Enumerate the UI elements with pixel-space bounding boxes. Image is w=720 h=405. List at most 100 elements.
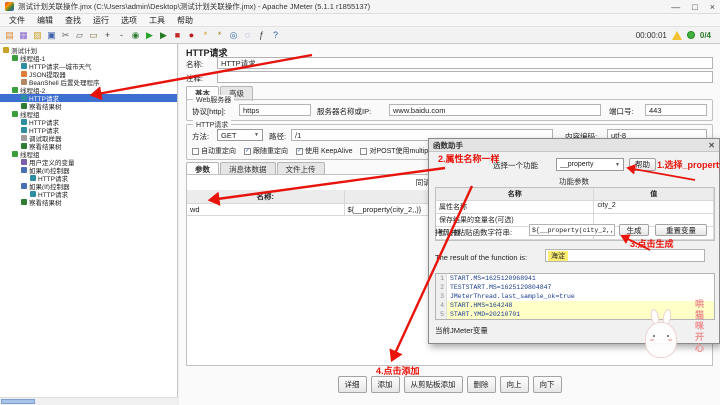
- tree-item-6[interactable]: HTTP请求: [0, 94, 177, 102]
- search-reset-icon[interactable]: ◌: [241, 29, 254, 42]
- scrollbar-thumb[interactable]: [1, 399, 35, 404]
- save-icon[interactable]: ▣: [45, 29, 58, 42]
- tree-item-label: 察看结果树: [29, 200, 62, 206]
- tree-item-15[interactable]: 如果(If)控制器: [0, 166, 177, 174]
- add-from-clipboard-button[interactable]: 从剪贴板添加: [403, 376, 463, 393]
- help-button[interactable]: 帮助: [629, 158, 656, 171]
- jmeter-window: 测试计划关联操作.jmx (C:\Users\admin\Desktop\测试计…: [0, 0, 720, 405]
- detail-button[interactable]: 详细: [337, 376, 367, 393]
- function-helper-icon[interactable]: ƒ: [255, 29, 268, 42]
- tree-item-13[interactable]: 线程组: [0, 150, 177, 158]
- open-file-icon[interactable]: ▧: [31, 29, 44, 42]
- cut-icon[interactable]: ✂: [59, 29, 72, 42]
- checkbox-label: 跟随重定向: [253, 148, 288, 155]
- tree-item-16[interactable]: HTTP请求: [0, 174, 177, 182]
- menu-查找[interactable]: 查找: [59, 15, 87, 26]
- search-icon[interactable]: ◎: [227, 29, 240, 42]
- protocol-input[interactable]: https: [239, 104, 311, 116]
- tree-item-label: 线程组-2: [20, 88, 46, 94]
- clear-all-icon[interactable]: *: [213, 29, 226, 42]
- menu-文件[interactable]: 文件: [3, 15, 31, 26]
- name-input[interactable]: HTTP请求: [217, 57, 713, 69]
- tree-item-19[interactable]: 察看结果树: [0, 198, 177, 206]
- tree-item-12[interactable]: 察看结果树: [0, 142, 177, 150]
- chevron-down-icon: ▼: [615, 161, 620, 168]
- menu-运行[interactable]: 运行: [87, 15, 115, 26]
- tree-item-8[interactable]: 线程组: [0, 110, 177, 118]
- function-select[interactable]: __property ▼: [556, 158, 624, 171]
- help-icon[interactable]: ?: [269, 29, 282, 42]
- checkbox-box-icon: ✓: [296, 147, 303, 155]
- comment-input[interactable]: [217, 71, 713, 83]
- clear-icon[interactable]: *: [199, 29, 212, 42]
- new-file-icon[interactable]: ▤: [3, 29, 16, 42]
- if-icon: [21, 183, 27, 189]
- tree-item-5[interactable]: 线程组-2: [0, 86, 177, 94]
- tree-item-7[interactable]: 察看结果树: [0, 102, 177, 110]
- results-icon: [21, 103, 27, 109]
- tree-item-14[interactable]: 用户定义的变量: [0, 158, 177, 166]
- checkbox-使用 KeepAlive[interactable]: ✓ 使用 KeepAlive: [296, 146, 352, 156]
- server-input[interactable]: www.baidu.com: [389, 104, 601, 116]
- minimize-button[interactable]: —: [671, 2, 680, 12]
- copy-icon[interactable]: ▱: [73, 29, 86, 42]
- tree-item-18[interactable]: HTTP请求: [0, 190, 177, 198]
- tree-item-3[interactable]: JSON提取器: [0, 70, 177, 78]
- dialog-close-icon[interactable]: ✕: [708, 141, 715, 150]
- tree-panel: 测试计划 线程组-1 HTTP请求—城市天气 JSON提取器 BeanShell 后置处…: [0, 44, 178, 405]
- tree-item-2[interactable]: HTTP请求—城市天气: [0, 62, 177, 70]
- tree-item-0[interactable]: 测试计划: [0, 46, 177, 54]
- http-icon: [21, 127, 27, 133]
- port-input[interactable]: 443: [645, 104, 707, 116]
- reset-variables-button[interactable]: 重置变量: [655, 224, 707, 236]
- variable-line: 1 START.MS=1625120968941: [436, 274, 714, 283]
- if-icon: [21, 167, 27, 173]
- menu-工具[interactable]: 工具: [143, 15, 171, 26]
- collapse-all-icon[interactable]: -: [115, 29, 128, 42]
- current-variables-label: 当前JMeter变量: [435, 326, 488, 335]
- generate-button[interactable]: 生成: [619, 224, 649, 236]
- copy-string-value[interactable]: ${__property(city_2,,)}: [529, 224, 615, 236]
- checkbox-自动重定向[interactable]: 自动重定向: [192, 146, 236, 156]
- shutdown-icon[interactable]: ●: [185, 29, 198, 42]
- dialog-param-row: 属性名称 city_2: [436, 201, 714, 214]
- checkbox-跟随重定向[interactable]: ✓ 跟随重定向: [244, 146, 288, 156]
- maximize-button[interactable]: □: [692, 2, 697, 12]
- tree-item-1[interactable]: 线程组-1: [0, 54, 177, 62]
- log-warning-icon[interactable]: [671, 30, 682, 40]
- tree-item-9[interactable]: HTTP请求: [0, 118, 177, 126]
- up-button[interactable]: 向上: [499, 376, 529, 393]
- checkbox-box-icon: [192, 147, 199, 155]
- menu-帮助[interactable]: 帮助: [171, 15, 199, 26]
- tree-item-4[interactable]: BeanShell 后置处理程序: [0, 78, 177, 86]
- dialog-title-bar[interactable]: 函数助手 ✕: [429, 139, 719, 152]
- tree-item-label: HTTP请求: [29, 128, 59, 134]
- start-no-pauses-icon[interactable]: ▶: [157, 29, 170, 42]
- down-button[interactable]: 向下: [532, 376, 562, 393]
- tree-item-10[interactable]: HTTP请求: [0, 126, 177, 134]
- dialog-param-value[interactable]: city_2: [594, 201, 714, 214]
- params-column-header: 名称:: [187, 190, 345, 204]
- tree-item-17[interactable]: 如果(If)控制器: [0, 182, 177, 190]
- menu-编辑[interactable]: 编辑: [31, 15, 59, 26]
- port-label: 端口号:: [609, 107, 634, 116]
- add-button[interactable]: 添加: [370, 376, 400, 393]
- line-number: 1: [436, 274, 447, 283]
- paste-icon[interactable]: ▭: [87, 29, 100, 42]
- start-icon[interactable]: ▶: [143, 29, 156, 42]
- templates-icon[interactable]: ▦: [17, 29, 30, 42]
- method-select[interactable]: GET ▼: [217, 129, 263, 141]
- threadgroup-icon: [12, 151, 18, 157]
- param-name-cell[interactable]: wd: [187, 204, 345, 216]
- expand-all-icon[interactable]: +: [101, 29, 114, 42]
- tree-item-label: 察看结果树: [29, 104, 62, 110]
- menu-选项[interactable]: 选项: [115, 15, 143, 26]
- stop-icon[interactable]: ■: [171, 29, 184, 42]
- web-server-legend: Web服务器: [193, 95, 235, 105]
- toggle-icon[interactable]: ◉: [129, 29, 142, 42]
- bunny-icon: [644, 308, 678, 367]
- delete-button[interactable]: 删除: [466, 376, 496, 393]
- tree-horizontal-scrollbar[interactable]: [0, 397, 178, 405]
- close-button[interactable]: ×: [710, 2, 715, 12]
- tree-item-11[interactable]: 调试取样器: [0, 134, 177, 142]
